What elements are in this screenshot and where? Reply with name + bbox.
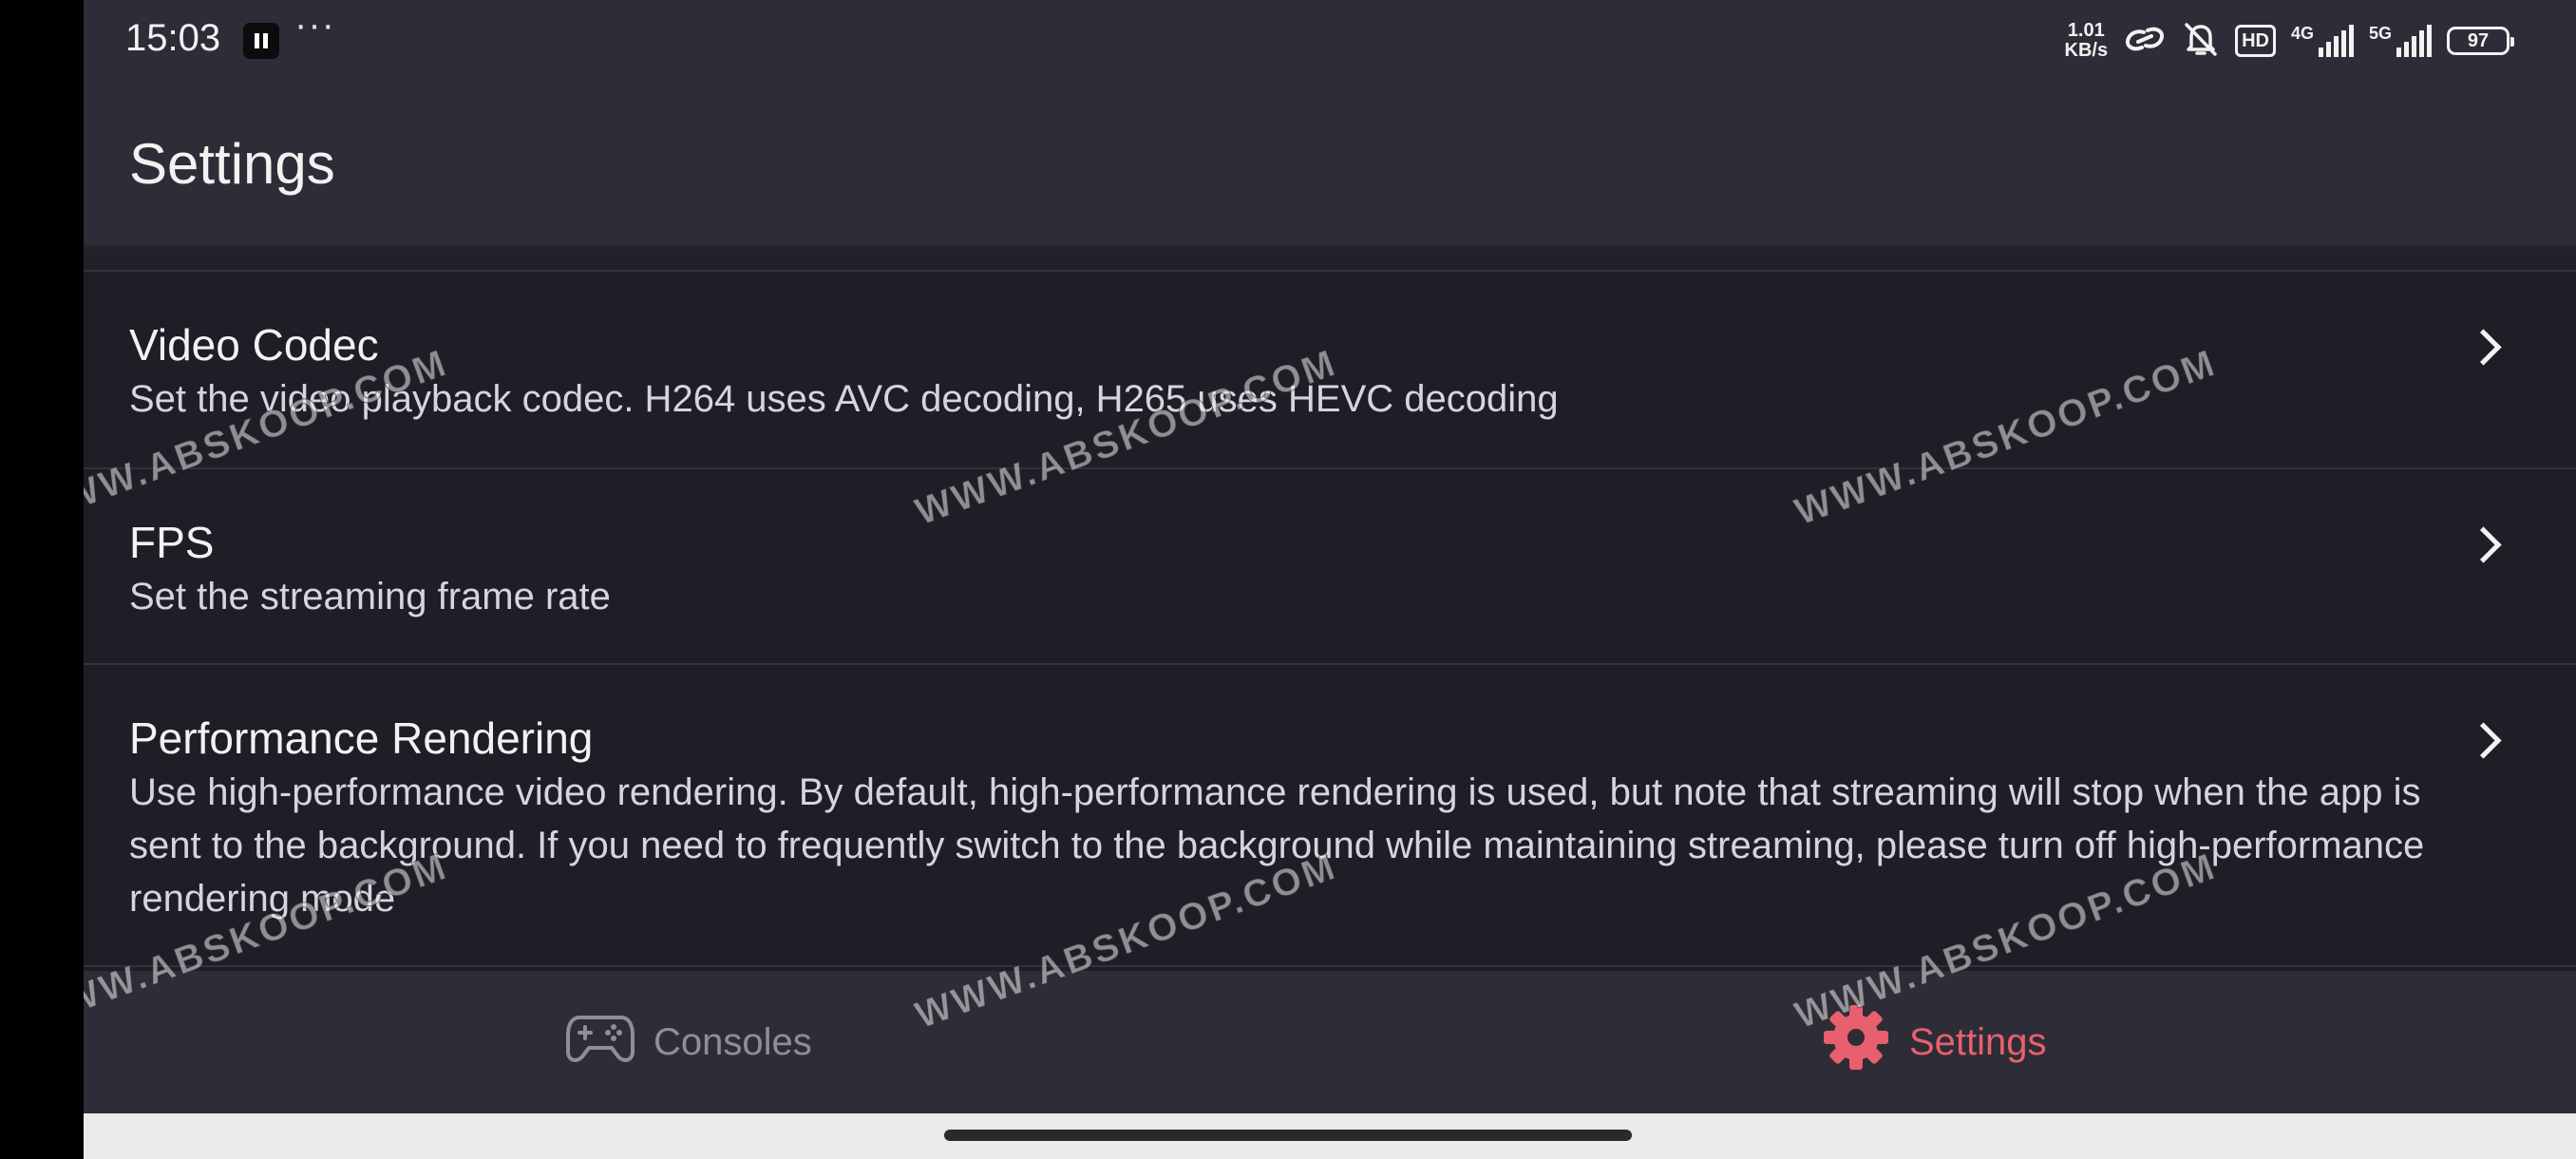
chevron-right-icon	[2465, 526, 2502, 563]
tab-settings-label: Settings	[1909, 1020, 2047, 1063]
signal-strength-5g-icon: 5G	[2368, 24, 2432, 57]
home-indicator[interactable]	[944, 1130, 1632, 1141]
signal-strength-4g-icon: 4G	[2290, 24, 2354, 57]
gear-icon	[1822, 1003, 1890, 1081]
setting-description: Set the video playback codec. H264 uses …	[129, 378, 1559, 420]
network-speed-value: 1.01	[2067, 20, 2105, 41]
system-navigation-bar	[84, 1113, 2576, 1159]
status-icons: 1.01 KB/s HD 4G 5G 97	[2065, 17, 2514, 65]
setting-description: Set the streaming frame rate	[129, 576, 611, 618]
setting-description: Use high-performance video rendering. By…	[129, 771, 2425, 920]
network-speed: 1.01 KB/s	[2065, 21, 2109, 61]
setting-title: Video Codec	[129, 320, 379, 370]
network-speed-unit: KB/s	[2064, 40, 2109, 61]
bottom-navigation: Consoles Settings	[84, 971, 2576, 1113]
setting-performance-rendering[interactable]: Performance Rendering Use high-performan…	[84, 663, 2576, 967]
setting-title: FPS	[129, 518, 215, 567]
page-title: Settings	[129, 132, 335, 196]
chevron-right-icon	[2465, 722, 2502, 759]
signal-5g-label: 5G	[2368, 24, 2392, 43]
app-screen: 15:03 ··· 1.01 KB/s HD 4G 5G 97 Settings…	[84, 0, 2576, 1159]
setting-fps[interactable]: FPS Set the streaming frame rate	[84, 467, 2576, 663]
battery-icon: 97	[2447, 27, 2514, 55]
tab-consoles[interactable]: Consoles	[566, 1009, 812, 1075]
signal-4g-label: 4G	[2290, 24, 2314, 43]
link-icon	[2123, 23, 2167, 60]
hd-voice-badge: HD	[2235, 25, 2276, 57]
status-time: 15:03	[125, 17, 221, 59]
chevron-right-icon	[2465, 329, 2502, 366]
setting-video-codec[interactable]: Video Codec Set the video playback codec…	[84, 270, 2576, 467]
tab-settings[interactable]: Settings	[1822, 1005, 2047, 1075]
setting-title: Performance Rendering	[129, 713, 594, 763]
mute-bell-icon	[2182, 20, 2220, 63]
header-divider	[84, 245, 2576, 272]
pause-icon	[243, 23, 279, 59]
battery-level: 97	[2467, 29, 2490, 51]
gamepad-icon	[566, 1010, 635, 1074]
more-notifications-icon: ···	[294, 4, 335, 46]
app-header: 15:03 ··· 1.01 KB/s HD 4G 5G 97 Settings	[84, 0, 2576, 245]
tab-consoles-label: Consoles	[653, 1020, 812, 1063]
